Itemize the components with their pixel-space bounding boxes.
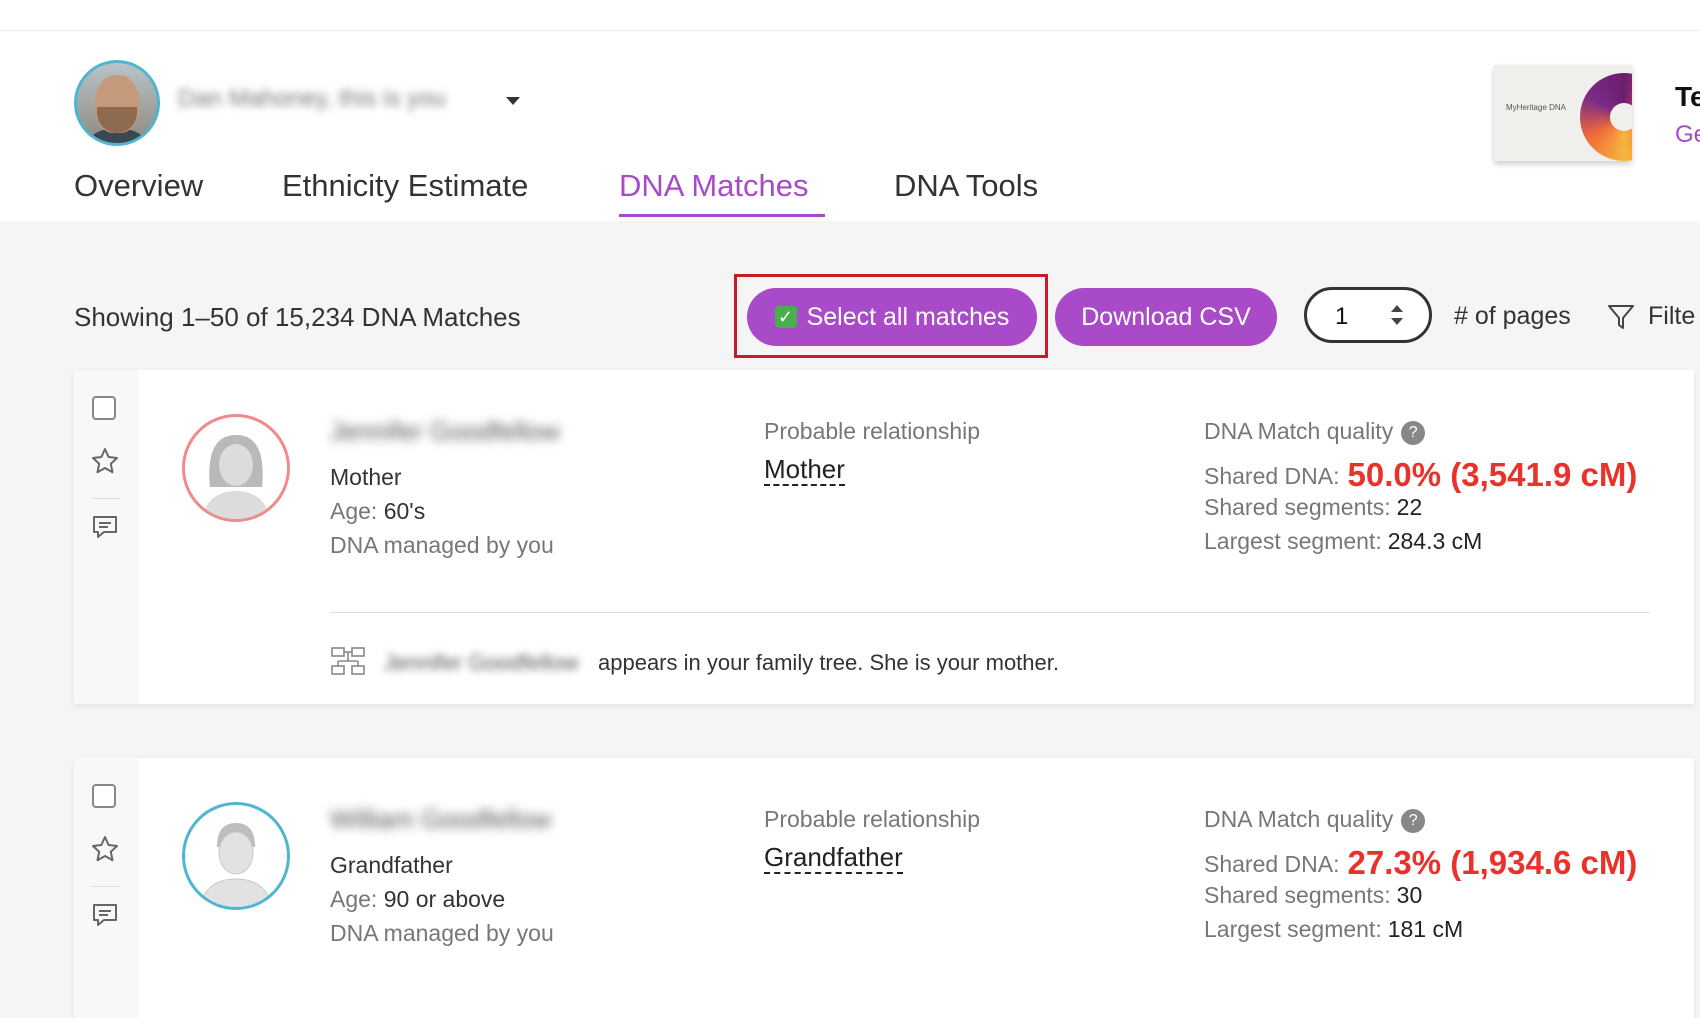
match-avatar[interactable] xyxy=(182,414,290,522)
tab-overview[interactable]: Overview xyxy=(74,168,203,204)
probable-relationship-label: Probable relationship xyxy=(764,806,981,832)
tree-info-text: appears in your family tree. She is your… xyxy=(598,650,1059,675)
results-count: Showing 1–50 of 15,234 DNA Matches xyxy=(74,302,521,332)
age-value: 60's xyxy=(383,498,426,524)
match-quality-text: DNA Match quality xyxy=(1204,418,1394,444)
dna-kit-image[interactable]: MyHeritage DNA xyxy=(1494,65,1632,161)
kit-burst-center xyxy=(1610,103,1632,131)
shared-segments-label: Shared segments: xyxy=(1204,494,1391,520)
probable-relationship-value[interactable]: Grandfather xyxy=(764,842,903,874)
female-silhouette-icon xyxy=(203,435,269,519)
pages-label: # of pages xyxy=(1454,302,1571,330)
user-avatar[interactable] xyxy=(74,60,160,146)
dna-managed-text: DNA managed by you xyxy=(330,920,554,946)
match-age: Age: 90 or above xyxy=(330,886,505,913)
top-strip xyxy=(0,0,1700,30)
tab-dna-matches[interactable]: DNA Matches xyxy=(619,168,809,204)
shared-dna-value: 50.0% (3,541.9 cM) xyxy=(1347,456,1638,493)
card-actions xyxy=(74,370,138,704)
shared-dna: Shared DNA: 27.3% (1,934.6 cM) xyxy=(1204,844,1637,882)
match-avatar[interactable] xyxy=(182,802,290,910)
help-icon[interactable]: ? xyxy=(1401,420,1426,445)
shared-dna-value: 27.3% (1,934.6 cM) xyxy=(1347,844,1638,881)
stepper-up-icon[interactable] xyxy=(1391,305,1403,312)
match-name[interactable]: Jennifer Goodfellow xyxy=(330,416,560,447)
shared-segments: Shared segments: 30 xyxy=(1204,882,1422,909)
match-select-checkbox[interactable] xyxy=(92,784,116,808)
match-select-checkbox[interactable] xyxy=(92,396,116,420)
match-quality-label: DNA Match quality? xyxy=(1204,806,1426,833)
shared-segments: Shared segments: 22 xyxy=(1204,494,1422,521)
largest-segment-label: Largest segment: xyxy=(1204,528,1382,554)
star-icon[interactable] xyxy=(90,446,120,476)
match-quality-text: DNA Match quality xyxy=(1204,806,1394,832)
user-name[interactable]: Dan Mahoney, this is you xyxy=(178,85,498,112)
checkmark-icon: ✓ xyxy=(774,306,797,328)
card-actions xyxy=(74,758,138,1018)
largest-segment: Largest segment: 181 cM xyxy=(1204,916,1463,943)
age-value: 90 or above xyxy=(383,886,506,912)
age-label: Age: xyxy=(330,886,378,912)
match-quality-label: DNA Match quality? xyxy=(1204,418,1426,445)
probable-relationship-label: Probable relationship xyxy=(764,418,981,444)
largest-segment: Largest segment: 284.3 cM xyxy=(1204,528,1482,555)
family-tree-icon xyxy=(331,647,365,675)
largest-segment-value: 181 cM xyxy=(1387,916,1464,942)
actions-divider xyxy=(92,498,120,499)
shared-segments-value: 22 xyxy=(1396,494,1423,520)
shared-segments-label: Shared segments: xyxy=(1204,882,1391,908)
shared-segments-value: 30 xyxy=(1396,882,1423,908)
tab-ethnicity-estimate[interactable]: Ethnicity Estimate xyxy=(282,168,528,204)
shared-dna-label: Shared DNA: xyxy=(1204,463,1340,489)
match-relationship: Mother xyxy=(330,464,402,490)
stepper-down-icon[interactable] xyxy=(1391,318,1403,325)
pages-stepper-value: 1 xyxy=(1335,303,1349,330)
comment-icon[interactable] xyxy=(90,900,120,930)
promo-title: Te xyxy=(1675,81,1700,112)
pages-stepper[interactable]: 1 xyxy=(1304,287,1432,343)
shared-dna: Shared DNA: 50.0% (3,541.9 cM) xyxy=(1204,456,1637,494)
match-card: William Goodfellow Grandfather Age: 90 o… xyxy=(74,758,1694,1018)
filter-icon xyxy=(1608,305,1634,329)
match-name[interactable]: William Goodfellow xyxy=(330,804,551,835)
download-csv-button[interactable]: Download CSV xyxy=(1055,288,1277,346)
probable-relationship-value[interactable]: Mother xyxy=(764,454,845,486)
match-age: Age: 60's xyxy=(330,498,425,525)
help-icon[interactable]: ? xyxy=(1401,808,1426,833)
dna-managed-text: DNA managed by you xyxy=(330,532,554,558)
star-icon[interactable] xyxy=(90,834,120,864)
age-label: Age: xyxy=(330,498,378,524)
male-silhouette-icon xyxy=(200,823,272,907)
select-all-label: Select all matches xyxy=(806,302,1010,331)
card-divider xyxy=(330,612,1650,613)
largest-segment-label: Largest segment: xyxy=(1204,916,1382,942)
match-card: Jennifer Goodfellow Mother Age: 60's DNA… xyxy=(74,370,1694,704)
match-relationship: Grandfather xyxy=(330,852,453,878)
largest-segment-value: 284.3 cM xyxy=(1387,528,1483,554)
page-header: Dan Mahoney, this is you MyHeritage DNA … xyxy=(0,30,1700,221)
shared-dna-label: Shared DNA: xyxy=(1204,851,1340,877)
actions-divider xyxy=(92,886,120,887)
tab-dna-tools[interactable]: DNA Tools xyxy=(894,168,1038,204)
filter-label: Filte xyxy=(1648,302,1696,330)
chevron-down-icon[interactable] xyxy=(506,97,520,105)
tree-person-name[interactable]: Jennifer Goodfellow xyxy=(384,650,578,676)
promo-link[interactable]: Ge xyxy=(1675,121,1700,149)
kit-logo: MyHeritage DNA xyxy=(1506,103,1567,112)
active-tab-indicator xyxy=(619,214,825,217)
comment-icon[interactable] xyxy=(90,512,120,542)
select-all-matches-button[interactable]: ✓ Select all matches xyxy=(747,288,1037,346)
